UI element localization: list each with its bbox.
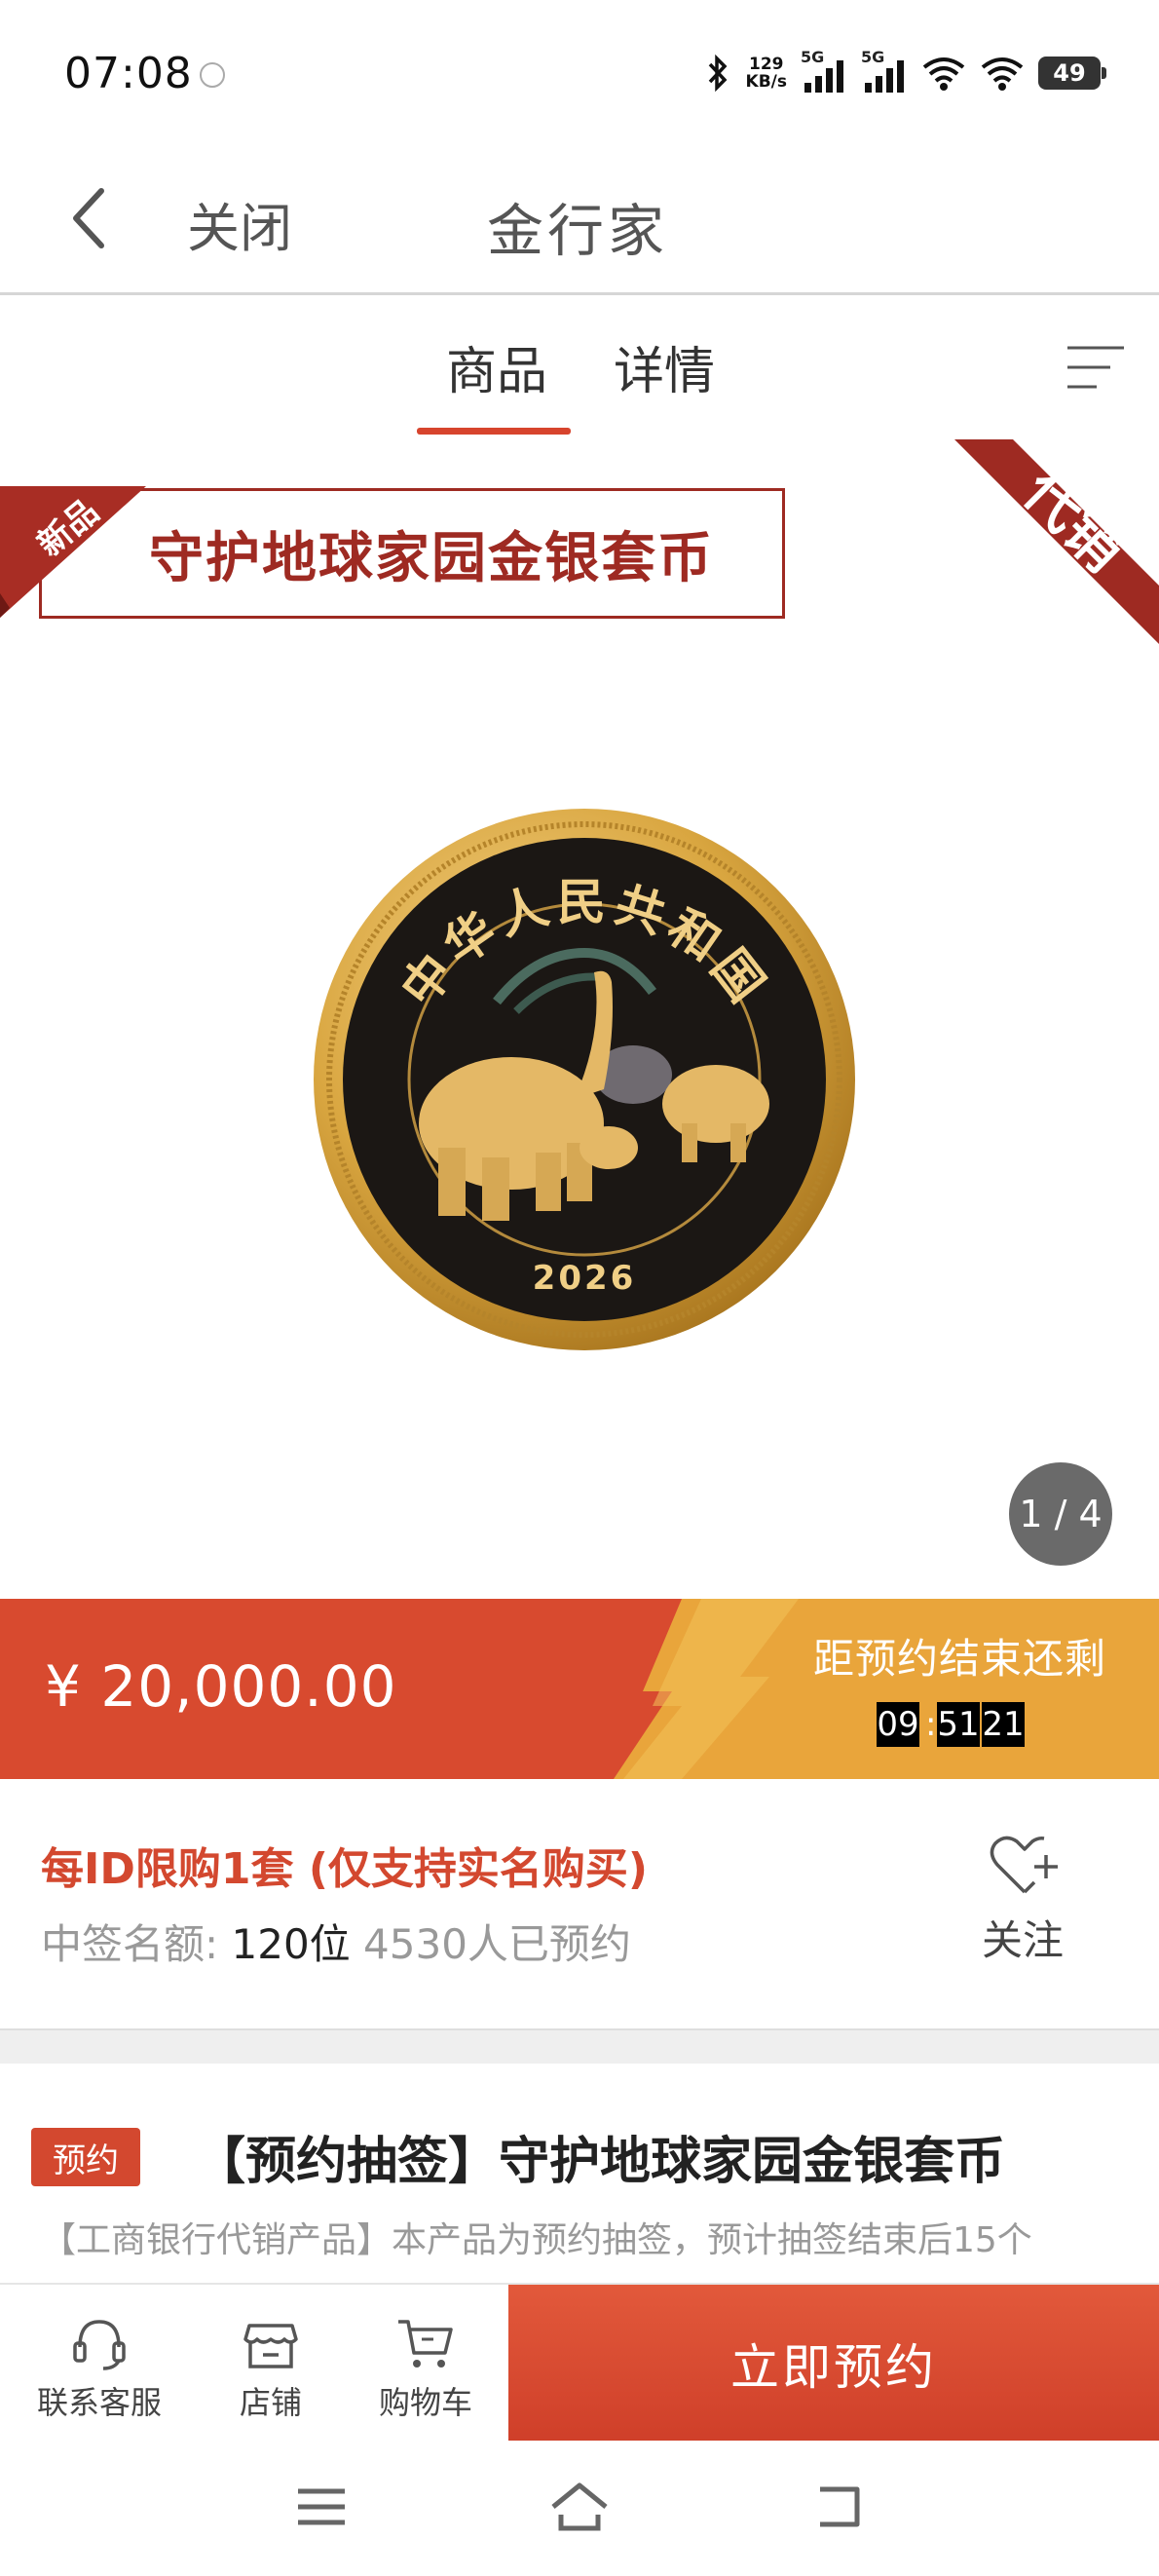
system-back-icon[interactable] <box>808 2480 867 2534</box>
signal-icon-2: 5G <box>861 48 908 95</box>
product-image-carousel[interactable]: 守护地球家园金银套币 新品 代销 中华人民共和国 2026 1 / 4 <box>0 439 1159 1599</box>
headset-icon <box>73 2320 126 2370</box>
banner-title: 守护地球家园金银套币 <box>149 527 714 590</box>
bluetooth-icon <box>708 54 727 93</box>
close-button[interactable]: 关闭 <box>187 185 292 262</box>
reservation-tag: 预约 <box>31 2128 140 2186</box>
menu-icon[interactable] <box>1062 338 1130 397</box>
product-title: 【预约抽签】守护地球家园金银套币 <box>195 2133 1006 2191</box>
countdown-seconds: 21 <box>982 1702 1025 1747</box>
shop-label: 店铺 <box>239 2384 302 2421</box>
nav-bar: 关闭 金行家 <box>0 146 1159 295</box>
shop-icon <box>243 2324 298 2368</box>
recent-apps-icon[interactable] <box>292 2480 351 2534</box>
tab-goods[interactable]: 商品 <box>446 330 547 403</box>
status-icons: 129 KB/s 5G 5G 49 <box>703 48 1106 97</box>
back-icon[interactable] <box>58 179 117 257</box>
price: ¥ 20,000.00 <box>45 1653 397 1720</box>
reserved-count: 4530人已预约 <box>363 1920 631 1968</box>
purchase-limit: 每ID限购1套 (仅支持实名购买) <box>41 1844 649 1894</box>
section-divider <box>0 2028 1159 2065</box>
status-time: 07:08 <box>64 49 193 98</box>
price-bar: ¥ 20,000.00 距预约结束还剩 09 : 51 : 21 <box>0 1599 1159 1779</box>
product-title-section: 预约 【预约抽签】守护地球家园金银套币 【工商银行代销产品】本产品为预约抽签，预… <box>0 2064 1159 2283</box>
home-icon[interactable] <box>547 2480 612 2534</box>
coin-year: 2026 <box>533 1259 637 1298</box>
image-counter: 1 / 4 <box>1009 1462 1112 1566</box>
shop-button[interactable]: 店铺 <box>188 2285 354 2443</box>
tab-details[interactable]: 详情 <box>614 330 715 403</box>
countdown-hours: 09 <box>877 1702 919 1747</box>
signal-icon: 5G <box>801 48 847 95</box>
page-title: 金行家 <box>487 198 669 264</box>
quota-value: 120位 <box>231 1920 351 1968</box>
net-speed: 129 KB/s <box>745 55 787 92</box>
cart-icon <box>398 2320 453 2368</box>
product-description: 【工商银行代销产品】本产品为预约抽签，预计抽签结束后15个 <box>41 2220 1032 2260</box>
purchase-info: 每ID限购1套 (仅支持实名购买) 中签名额: 120位 4530人已预约 关注 <box>0 1779 1159 2028</box>
reserve-now-button[interactable]: 立即预约 <box>508 2285 1159 2443</box>
customer-service-label: 联系客服 <box>36 2384 162 2421</box>
battery-icon: 49 <box>1038 57 1106 90</box>
wifi-icon-2 <box>981 57 1024 91</box>
tab-bar: 商品 详情 <box>0 295 1159 442</box>
heart-plus-icon[interactable] <box>986 1830 1064 1900</box>
quota-line: 中签名额: 120位 4530人已预约 <box>41 1912 631 1971</box>
follow-button[interactable]: 关注 <box>982 1908 1064 1967</box>
status-bar: 07:08 129 KB/s 5G 5G 49 <box>0 0 1159 146</box>
active-tab-indicator <box>417 428 571 435</box>
alarm-icon <box>200 62 225 88</box>
wifi-icon <box>922 57 965 91</box>
system-nav-bar <box>0 2441 1159 2576</box>
customer-service-button[interactable]: 联系客服 <box>17 2285 182 2443</box>
gold-coin-image: 中华人民共和国 2026 <box>314 809 855 1350</box>
quota-label: 中签名额: <box>41 1920 219 1968</box>
countdown-separator: : <box>925 1705 937 1744</box>
countdown-label: 距预约结束还剩 <box>813 1635 1107 1683</box>
product-banner: 守护地球家园金银套币 <box>39 488 785 619</box>
cart-button[interactable]: 购物车 <box>343 2285 508 2443</box>
cart-label: 购物车 <box>378 2384 472 2421</box>
countdown-minutes: 51 <box>937 1702 980 1747</box>
bottom-action-bar: 联系客服 店铺 购物车 立即预约 <box>0 2283 1159 2443</box>
